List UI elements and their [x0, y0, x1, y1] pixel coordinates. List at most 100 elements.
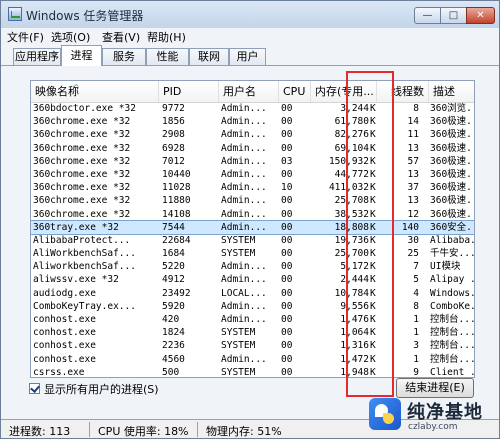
process-memory: 3,244 [340, 103, 369, 114]
process-pid: 14108 [162, 208, 191, 220]
table-row[interactable]: conhost.exe 4560 Admin... 00 1,472 K 1 控制台... [31, 353, 474, 366]
table-row[interactable]: 360chrome.exe *32 2908 Admin... 00 82,276 K 11… [31, 128, 474, 141]
process-memory-unit: K [370, 182, 376, 194]
process-memory-unit: K [370, 129, 376, 141]
table-row[interactable]: 360chrome.exe *32 1856 Admin... 00 61,780 K 14… [31, 115, 474, 128]
menu-help[interactable]: 帮助(H) [147, 29, 186, 45]
process-pid: 4560 [162, 353, 185, 365]
table-row[interactable]: 360tray.exe *32 7544 Admin... 00 18,808 K 140 3… [31, 219, 474, 235]
process-threads: 3 [413, 340, 419, 352]
minimize-button[interactable]: — [414, 7, 441, 24]
process-memory: 150,932 [328, 155, 369, 167]
process-name: audiodg.exe [33, 287, 96, 299]
window-title: Windows 任务管理器 [26, 9, 144, 23]
process-name: conhost.exe [33, 314, 96, 325]
process-threads: 140 [401, 221, 419, 233]
close-button[interactable]: ✕ [466, 7, 495, 24]
tab-processes[interactable]: 进程 [61, 45, 102, 66]
column-header-pid[interactable]: PID [159, 81, 219, 102]
table-row[interactable]: 360chrome.exe *32 7012 Admin... 03 150,932 K 5… [31, 155, 474, 168]
process-memory: 44,772 [334, 168, 369, 180]
tab-users[interactable]: 用户 [229, 48, 266, 65]
table-row[interactable]: 360chrome.exe *32 6928 Admin... 00 69,104 K 13… [31, 142, 474, 155]
process-cpu: 00 [281, 142, 293, 154]
process-memory-unit: K [370, 248, 376, 260]
column-header-user[interactable]: 用户名 [219, 81, 279, 102]
process-memory: 1,476 [340, 314, 369, 325]
table-row[interactable]: 360chrome.exe *32 10440 Admin... 00 44,772 K 1… [31, 168, 474, 181]
process-name: 360bdoctor.exe *32 [33, 103, 136, 114]
table-row[interactable]: conhost.exe 2236 SYSTEM 00 1,316 K 3 控制台... [31, 339, 474, 352]
table-row[interactable]: AlibabaProtect... 22684 SYSTEM 00 19,736 K 30 A… [31, 234, 474, 247]
process-user: SYSTEM [221, 327, 256, 339]
process-description: 控制台... [430, 314, 474, 325]
process-user: Admin... [221, 261, 267, 273]
process-name: 360chrome.exe *32 [33, 116, 131, 128]
process-threads: 4 [413, 287, 419, 299]
process-description: Alibaba... [430, 234, 474, 246]
table-row[interactable]: 360bdoctor.exe *32 9772 Admin... 00 3,244 K 8 3… [31, 102, 474, 115]
table-row[interactable]: 360chrome.exe *32 11028 Admin... 10 411,032 K… [31, 181, 474, 194]
maximize-button[interactable]: □ [440, 7, 467, 24]
show-all-users-label[interactable]: 显示所有用户的进程(S) [44, 381, 159, 397]
process-memory: 38,532 [334, 208, 369, 220]
process-cpu: 00 [281, 248, 293, 260]
column-header-description[interactable]: 描述 [429, 81, 474, 102]
menu-options[interactable]: 选项(O) [51, 29, 90, 45]
process-list[interactable]: 映像名称 ^ PID 用户名 CPU 内存(专用... 线程数 描述 360bd… [30, 80, 475, 378]
process-memory-unit: K [370, 300, 376, 312]
table-row[interactable]: aliwssv.exe *32 4912 Admin... 00 2,444 K 5 Alip… [31, 273, 474, 286]
process-pid: 7544 [162, 221, 185, 233]
table-row[interactable]: 360chrome.exe *32 11880 Admin... 00 25,708 K 1… [31, 194, 474, 207]
process-pid: 4912 [162, 274, 185, 286]
table-row[interactable]: ComboKeyTray.ex... 5920 Admin... 00 9,556 K 8 C… [31, 300, 474, 313]
process-cpu: 00 [281, 340, 293, 352]
menu-file[interactable]: 文件(F) [7, 29, 44, 45]
process-threads: 13 [407, 142, 419, 154]
tab-performance[interactable]: 性能 [146, 48, 189, 65]
process-user: SYSTEM [221, 248, 256, 260]
process-user: SYSTEM [221, 366, 256, 378]
process-threads: 30 [407, 234, 419, 246]
table-row[interactable]: AliWorkbenchSaf... 1684 SYSTEM 00 25,700 K 25 千… [31, 247, 474, 260]
table-row[interactable]: 360chrome.exe *32 14108 Admin... 00 38,532 K 1… [31, 208, 474, 221]
title-bar[interactable]: Windows 任务管理器 — □ ✕ [1, 1, 499, 28]
table-row[interactable]: audiodg.exe 23492 LOCAL... 00 10,784 K 4 Window… [31, 287, 474, 300]
process-user: Admin... [221, 208, 267, 220]
process-threads: 25 [407, 248, 419, 260]
process-description: 360浏览... [430, 103, 474, 114]
tab-applications[interactable]: 应用程序 [13, 48, 61, 65]
process-cpu: 00 [281, 287, 293, 299]
table-row[interactable]: AliworkbenchSaf... 5220 Admin... 00 5,172 K 7 U… [31, 260, 474, 273]
process-memory: 5,172 [340, 261, 369, 273]
process-user: SYSTEM [221, 340, 256, 352]
column-header-row: 映像名称 ^ PID 用户名 CPU 内存(专用... 线程数 描述 [31, 81, 474, 103]
process-threads: 7 [413, 261, 419, 273]
tab-strip: 应用程序 进程 服务 性能 联网 用户 [1, 44, 499, 66]
process-memory-unit: K [370, 155, 376, 167]
table-row[interactable]: csrss.exe 500 SYSTEM 00 1,948K 9 Client ... [31, 366, 474, 378]
process-name: 360chrome.exe *32 [33, 142, 131, 154]
menu-view[interactable]: 查看(V) [102, 29, 140, 45]
process-memory-unit: K [370, 142, 376, 154]
process-description: Alipay ... [430, 274, 474, 286]
column-header-memory[interactable]: 内存(专用... [311, 81, 377, 102]
table-row[interactable]: conhost.exe 1824 SYSTEM 00 1,064 K 1 控制台... [31, 326, 474, 339]
show-all-users-checkbox[interactable] [29, 383, 40, 394]
tab-networking[interactable]: 联网 [189, 48, 229, 65]
status-cpu-usage: CPU 使用率: 18% [98, 425, 189, 438]
column-header-threads[interactable]: 线程数 [377, 81, 429, 102]
process-cpu: 00 [281, 366, 293, 378]
tab-services[interactable]: 服务 [102, 48, 146, 65]
process-user: Admin... [221, 103, 267, 114]
table-row[interactable]: conhost.exe 420 Admin... 00 1,476 K 1 控制台... [31, 313, 474, 326]
process-name: conhost.exe [33, 353, 96, 365]
process-cpu: 00 [281, 116, 293, 128]
process-cpu: 00 [281, 208, 293, 220]
process-cpu: 00 [281, 103, 293, 114]
process-user: SYSTEM [221, 234, 256, 246]
column-header-cpu[interactable]: CPU [279, 81, 311, 102]
process-user: Admin... [221, 353, 267, 365]
process-memory: 19,736 [334, 234, 369, 246]
column-header-image-name[interactable]: 映像名称 ^ [31, 81, 159, 102]
